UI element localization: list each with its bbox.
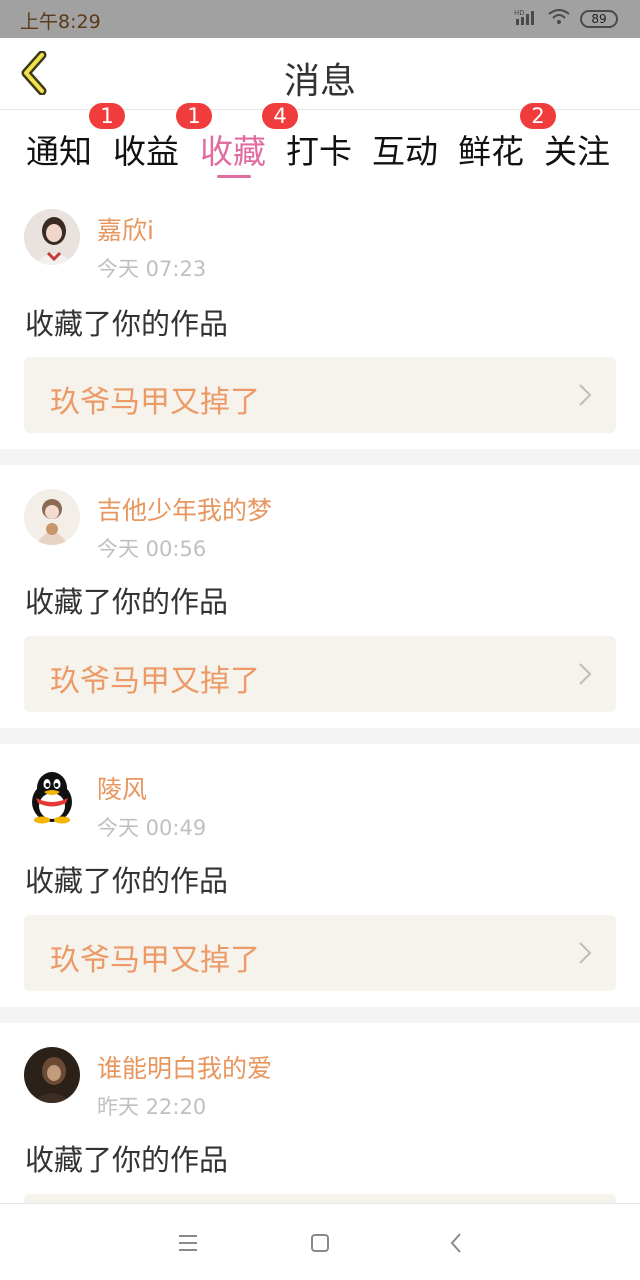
chevron-right-icon (579, 942, 592, 964)
avatar[interactable] (24, 489, 80, 545)
tab-following-badge: 2 (520, 103, 556, 129)
timestamp: 昨天 22:20 (97, 1095, 207, 1119)
work-link[interactable] (24, 1194, 616, 1203)
tab-checkin-badge: 4 (262, 103, 298, 129)
work-link[interactable]: 玖爷马甲又掉了 (24, 915, 616, 991)
system-back-button[interactable] (442, 1229, 470, 1257)
tab-earnings-badge: 1 (89, 103, 125, 129)
menu-icon (179, 1235, 197, 1251)
message-card: 谁能明白我的爱 昨天 22:20 收藏了你的作品 (0, 1023, 640, 1203)
username[interactable]: 谁能明白我的爱 (97, 1049, 272, 1085)
page-title: 消息 (283, 61, 356, 102)
tab-favorites-badge: 1 (176, 103, 212, 129)
work-title: 玖爷马甲又掉了 (50, 943, 260, 978)
status-time: 上午8:29 (20, 11, 101, 33)
action-text: 收藏了你的作品 (25, 585, 229, 619)
tab-earnings[interactable]: 收益 (113, 125, 179, 173)
timestamp: 今天 00:49 (97, 816, 207, 840)
status-icons: HD 89 (514, 9, 618, 29)
message-card: 陵风 今天 00:49 收藏了你的作品 玖爷马甲又掉了 (0, 744, 640, 1007)
action-text: 收藏了你的作品 (25, 307, 229, 341)
avatar[interactable] (24, 768, 80, 824)
tab-notifications[interactable]: 通知 (26, 125, 92, 173)
work-title: 玖爷马甲又掉了 (50, 385, 260, 420)
header: 消息 (0, 38, 640, 110)
home-square-icon (311, 1234, 329, 1252)
action-text: 收藏了你的作品 (25, 1143, 229, 1177)
work-title: 玖爷马甲又掉了 (50, 664, 260, 699)
work-link[interactable]: 玖爷马甲又掉了 (24, 636, 616, 712)
avatar[interactable] (24, 1047, 80, 1103)
avatar[interactable] (24, 209, 80, 265)
tab-flowers[interactable]: 鲜花 (458, 125, 524, 173)
timestamp: 今天 07:23 (97, 257, 207, 281)
back-triangle-icon (450, 1233, 461, 1253)
message-feed[interactable]: 嘉欣i 今天 07:23 收藏了你的作品 玖爷马甲又掉了 吉他少年我的梦 今天 … (0, 183, 640, 1203)
timestamp: 今天 00:56 (97, 537, 207, 561)
battery-indicator: 89 (580, 10, 618, 28)
tab-bar: 通知 收益 1 收藏 1 打卡 4 互动 鲜花 关注 2 (0, 103, 640, 183)
message-card: 嘉欣i 今天 07:23 收藏了你的作品 玖爷马甲又掉了 (0, 183, 640, 449)
username[interactable]: 吉他少年我的梦 (97, 491, 272, 527)
svg-text:HD: HD (514, 9, 525, 17)
home-button[interactable] (306, 1229, 334, 1257)
username[interactable]: 陵风 (97, 770, 147, 806)
tab-favorites[interactable]: 收藏 (200, 125, 266, 173)
signal-icon: HD (514, 9, 538, 29)
work-link[interactable]: 玖爷马甲又掉了 (24, 357, 616, 433)
active-tab-indicator (217, 175, 251, 178)
wifi-icon (548, 9, 570, 29)
username[interactable]: 嘉欣i (97, 211, 154, 247)
chevron-right-icon (579, 663, 592, 685)
menu-button[interactable] (174, 1229, 202, 1257)
message-card: 吉他少年我的梦 今天 00:56 收藏了你的作品 玖爷马甲又掉了 (0, 465, 640, 728)
tab-interaction[interactable]: 互动 (372, 125, 438, 173)
action-text: 收藏了你的作品 (25, 864, 229, 898)
system-nav-bar (0, 1203, 640, 1280)
tab-following[interactable]: 关注 (544, 125, 610, 173)
tab-checkin[interactable]: 打卡 (286, 125, 352, 173)
status-bar: 上午8:29 HD 89 (0, 0, 640, 38)
chevron-right-icon (579, 384, 592, 406)
